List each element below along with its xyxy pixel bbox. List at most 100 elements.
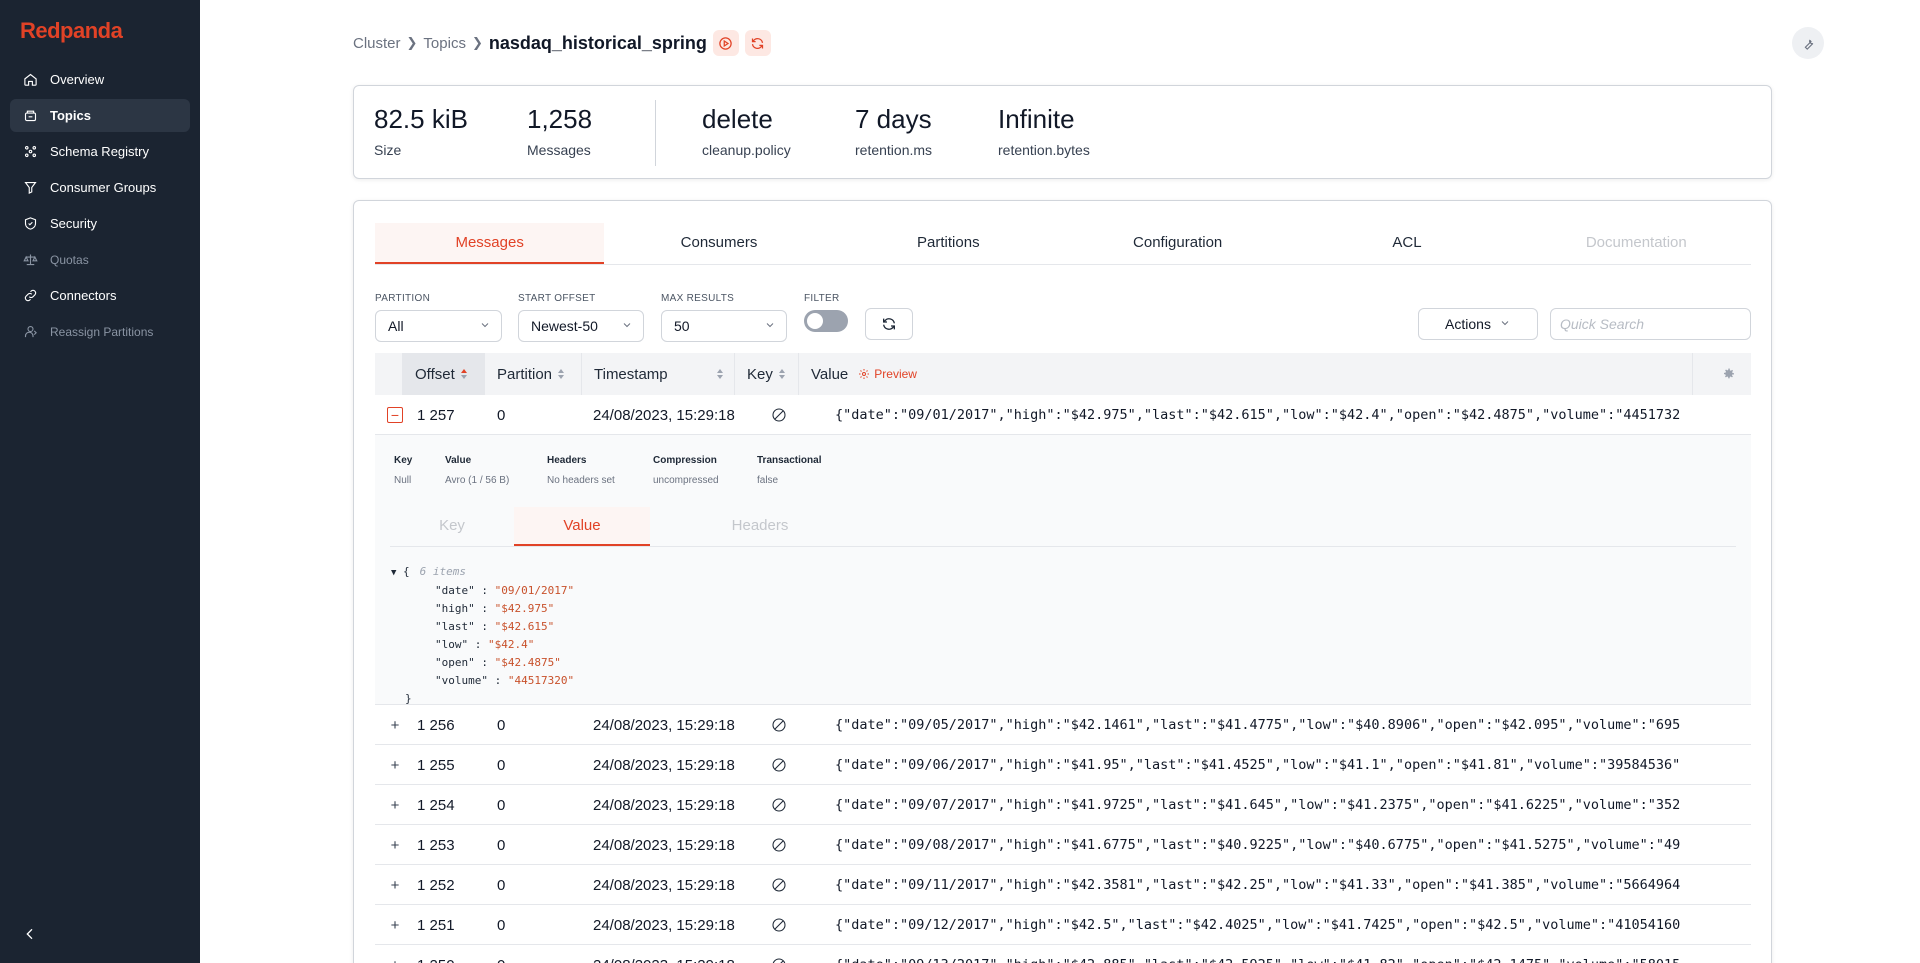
link-icon xyxy=(22,288,38,304)
table-row[interactable]: + 1 251 0 24/08/2023, 15:29:18 {"date":"… xyxy=(375,905,1751,945)
messages-table: Offset Partition Timestamp Key Value Pre… xyxy=(375,353,1751,963)
table-row[interactable]: + 1 252 0 24/08/2023, 15:29:18 {"date":"… xyxy=(375,865,1751,905)
chevron-down-icon xyxy=(479,318,491,334)
filter-toggle[interactable] xyxy=(804,310,848,332)
scale-icon xyxy=(22,252,38,268)
expand-row-icon[interactable]: + xyxy=(387,917,403,934)
timestamp-cell: 24/08/2023, 15:29:18 xyxy=(593,406,735,424)
table-row[interactable]: + 1 255 0 24/08/2023, 15:29:18 {"date":"… xyxy=(375,745,1751,785)
table-row-expanded[interactable]: − 1 257 0 24/08/2023, 15:29:18 {"date":"… xyxy=(375,395,1751,435)
expand-row-icon[interactable]: + xyxy=(387,877,403,894)
stat-label: retention.ms xyxy=(855,142,933,158)
redpanda-logo[interactable]: Redpanda xyxy=(20,18,123,44)
column-label: Key xyxy=(747,365,773,383)
null-key-icon xyxy=(771,705,787,745)
table-row[interactable]: + 1 250 0 24/08/2023, 15:29:18 {"date":"… xyxy=(375,945,1751,963)
partition-cell: 0 xyxy=(497,945,505,963)
collapse-row-icon[interactable]: − xyxy=(387,407,403,423)
meta-key: Key Null xyxy=(394,455,412,486)
stat-label: Messages xyxy=(527,142,591,158)
expand-row-icon[interactable]: + xyxy=(387,957,403,963)
expand-cell: + xyxy=(387,745,403,785)
chevron-down-icon xyxy=(621,318,633,334)
tab-configuration[interactable]: Configuration xyxy=(1063,223,1292,264)
meta-value: No headers set xyxy=(547,475,615,486)
max-results-filter: MAX RESULTS 50 xyxy=(661,293,787,342)
tab-partitions[interactable]: Partitions xyxy=(834,223,1063,264)
chevron-right-icon: ❯ xyxy=(471,35,483,50)
sidebar-item-label: Schema Registry xyxy=(50,144,149,159)
stat-label: cleanup.policy xyxy=(702,142,791,158)
json-field: "last" : "$42.615" xyxy=(435,620,555,633)
tab-consumers[interactable]: Consumers xyxy=(604,223,833,264)
sidebar-item-reassign-partitions: Reassign Partitions xyxy=(10,315,190,348)
column-settings-gear-icon[interactable] xyxy=(1721,366,1737,382)
null-key-icon xyxy=(771,905,787,945)
expand-row-icon[interactable]: + xyxy=(387,717,403,734)
collapse-sidebar-icon[interactable] xyxy=(22,926,38,942)
json-key: "volume" xyxy=(435,674,488,687)
column-timestamp[interactable]: Timestamp xyxy=(582,353,735,395)
filter-label: PARTITION xyxy=(375,293,431,304)
stat-size: 82.5 kiB Size xyxy=(374,104,468,158)
start-offset-select[interactable]: Newest-50 xyxy=(518,310,644,342)
sort-icon xyxy=(717,369,723,379)
table-row[interactable]: + 1 253 0 24/08/2023, 15:29:18 {"date":"… xyxy=(375,825,1751,865)
timestamp-cell: 24/08/2023, 15:29:18 xyxy=(593,796,735,814)
expand-row-icon[interactable]: + xyxy=(387,837,403,854)
settings-tool-button[interactable] xyxy=(1792,27,1824,59)
refresh-messages-button[interactable] xyxy=(865,308,913,340)
filter-toggle-group: FILTER xyxy=(804,293,848,332)
table-row[interactable]: + 1 256 0 24/08/2023, 15:29:18 {"date":"… xyxy=(375,705,1751,745)
expand-row-icon[interactable]: + xyxy=(387,797,403,814)
json-item-count: 6 items xyxy=(419,565,467,578)
timestamp-cell: 24/08/2023, 15:29:18 xyxy=(593,836,735,854)
breadcrumb-topics[interactable]: Topics xyxy=(423,35,466,52)
meta-value-type: Value Avro (1 / 56 B) xyxy=(445,455,509,486)
sidebar-item-topics[interactable]: Topics xyxy=(10,99,190,132)
column-key[interactable]: Key xyxy=(735,353,799,395)
sidebar-item-label: Overview xyxy=(50,72,105,87)
produce-record-button[interactable] xyxy=(712,30,739,56)
quick-search-input[interactable] xyxy=(1550,308,1751,340)
meta-transactional: Transactional false xyxy=(757,455,821,486)
json-viewer: ▼ {6 items "date" : "09/01/2017" "high" … xyxy=(391,563,574,708)
preview-button[interactable]: Preview xyxy=(858,367,917,381)
actions-button[interactable]: Actions xyxy=(1418,308,1538,340)
detail-tab-value[interactable]: Value xyxy=(514,507,650,546)
timestamp-cell: 24/08/2023, 15:29:18 xyxy=(593,916,735,934)
refresh-icon xyxy=(883,318,895,330)
json-value: "$42.615" xyxy=(494,620,555,633)
sidebar-item-security[interactable]: Security xyxy=(10,207,190,240)
tab-acl[interactable]: ACL xyxy=(1292,223,1521,264)
stat-value: 7 days xyxy=(855,104,932,134)
column-label: Offset xyxy=(415,365,455,383)
column-label: Timestamp xyxy=(594,365,668,383)
column-offset[interactable]: Offset xyxy=(403,353,485,395)
sidebar-item-consumer-groups[interactable]: Consumer Groups xyxy=(10,171,190,204)
timestamp-cell: 24/08/2023, 15:29:18 xyxy=(593,756,735,774)
null-key-icon xyxy=(771,395,787,435)
column-partition[interactable]: Partition xyxy=(485,353,582,395)
detail-tab-headers[interactable]: Headers xyxy=(650,507,870,546)
stat-value: 82.5 kiB xyxy=(374,104,468,134)
breadcrumb-cluster[interactable]: Cluster xyxy=(353,35,401,52)
tab-messages[interactable]: Messages xyxy=(375,223,605,264)
stat-retention-ms: 7 days retention.ms xyxy=(855,104,932,158)
max-results-select[interactable]: 50 xyxy=(661,310,787,342)
actions-label: Actions xyxy=(1445,316,1491,332)
null-key-icon xyxy=(771,945,787,963)
detail-tab-key[interactable]: Key xyxy=(390,507,514,546)
collapse-triangle-icon[interactable]: ▼ xyxy=(391,568,396,578)
wrench-icon xyxy=(1804,39,1813,50)
sidebar-item-schema-registry[interactable]: Schema Registry xyxy=(10,135,190,168)
expand-row-icon[interactable]: + xyxy=(387,757,403,774)
table-row[interactable]: + 1 254 0 24/08/2023, 15:29:18 {"date":"… xyxy=(375,785,1751,825)
refresh-topic-button[interactable] xyxy=(744,30,771,56)
partition-cell: 0 xyxy=(497,876,506,894)
partition-cell: 0 xyxy=(497,796,506,814)
partition-select[interactable]: All xyxy=(375,310,502,342)
sidebar-item-connectors[interactable]: Connectors xyxy=(10,279,190,312)
sidebar-item-overview[interactable]: Overview xyxy=(10,63,190,96)
shield-icon xyxy=(22,216,38,232)
